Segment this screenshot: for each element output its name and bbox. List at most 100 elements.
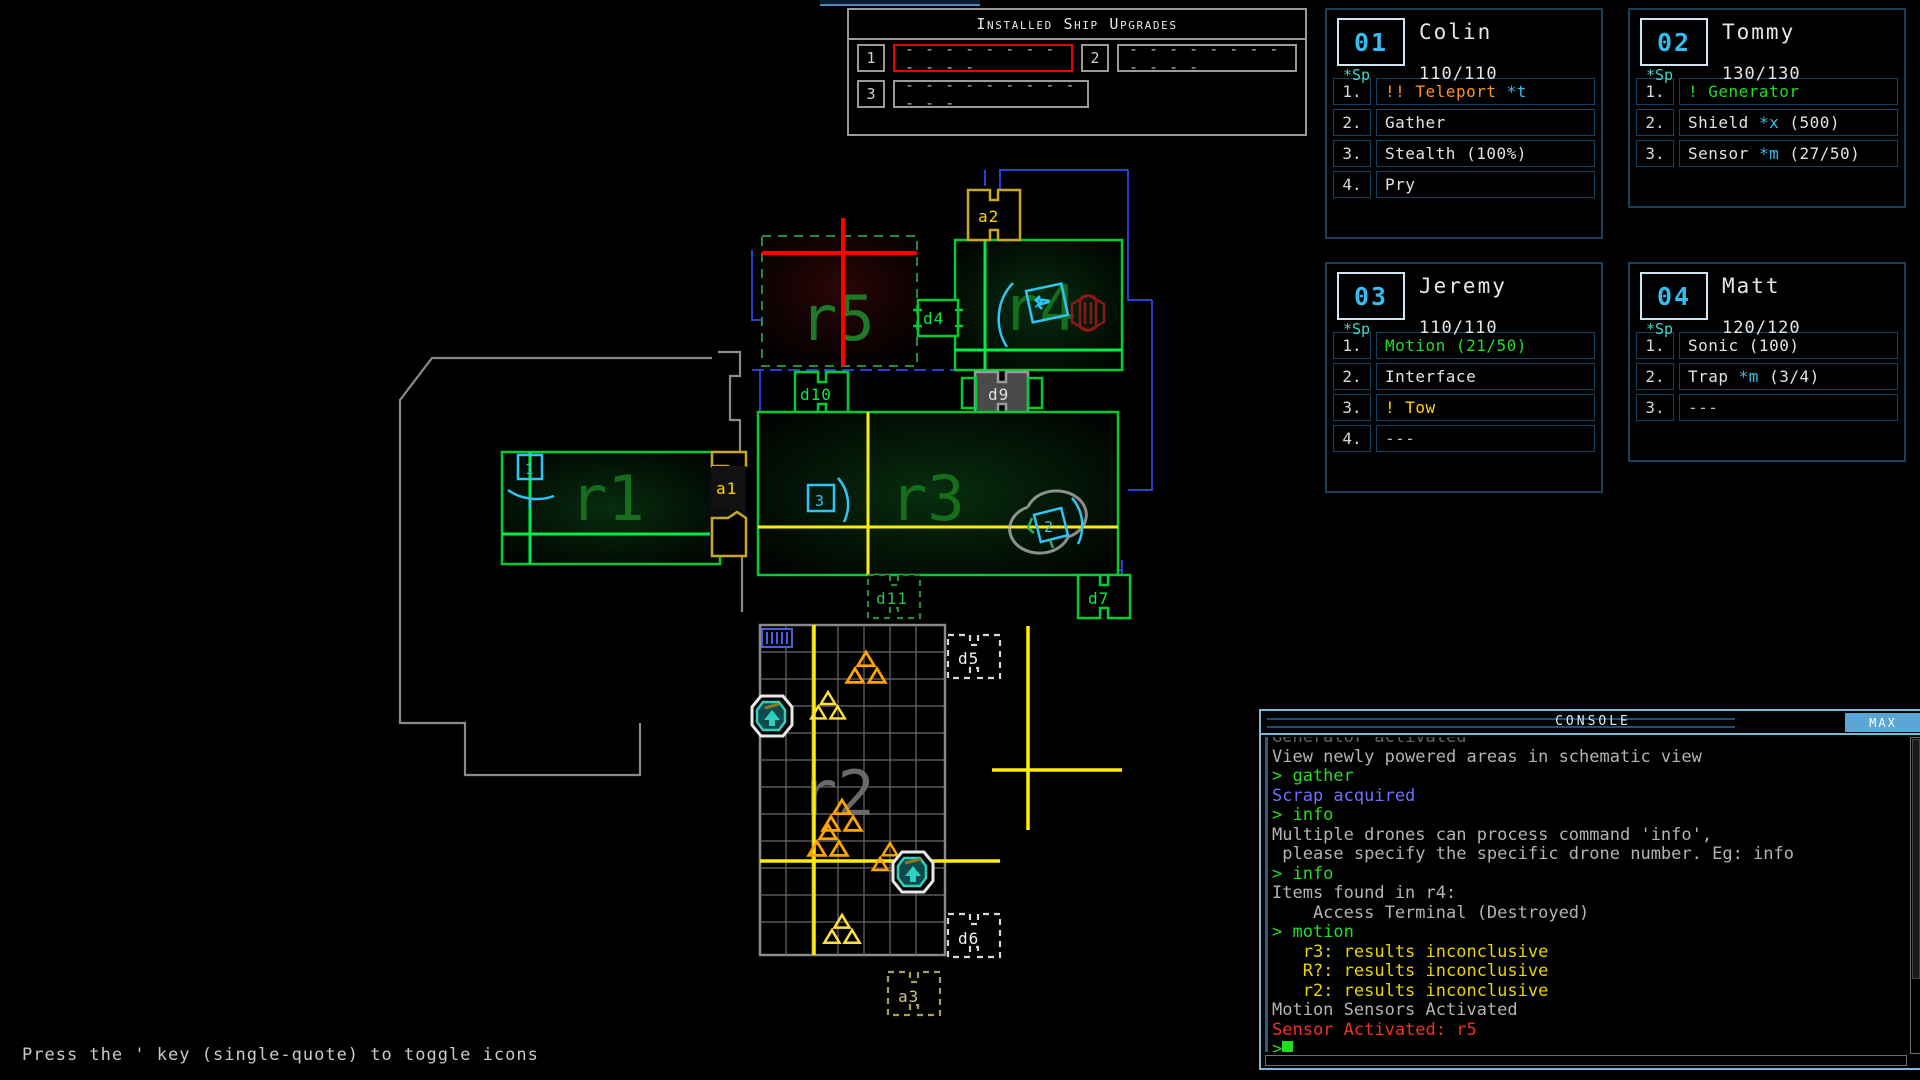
drone-ability-label[interactable]: Gather (1376, 109, 1595, 136)
drone-sp-label: *Sp (1646, 66, 1674, 84)
drone-ability-index: 2. (1333, 109, 1371, 136)
svg-text:r3: r3 (890, 462, 965, 535)
drone-sp-label: *Sp (1343, 320, 1371, 338)
drone-ability-index: 3. (1636, 394, 1674, 421)
drone-ability-slot[interactable]: 3. --- (1636, 394, 1898, 421)
svg-text:r2: r2 (800, 757, 875, 830)
drone-ability-index: 3. (1333, 140, 1371, 167)
drone-sp-label: *Sp (1343, 66, 1371, 84)
drone-ability-slot[interactable]: 2. Shield *x (500) (1636, 109, 1898, 136)
drone-id-badge: 01 (1337, 18, 1405, 66)
console-title: CONSOLE (1555, 714, 1631, 729)
svg-text:r1: r1 (570, 462, 645, 535)
console-titlebar: CONSOLE MAX (1261, 711, 1920, 735)
drone-ability-label[interactable]: ! Tow (1376, 394, 1595, 421)
console-line: please specify the specific drone number… (1272, 844, 1794, 864)
console-line: > (1272, 1039, 1907, 1052)
drone-id-badge: 03 (1337, 272, 1405, 320)
svg-text:d10: d10 (800, 385, 832, 404)
drone-name: Colin (1419, 20, 1493, 44)
drone-header: 02 Tommy *Sp 130/130 (1636, 16, 1898, 84)
drone-ability-label[interactable]: Shield *x (500) (1679, 109, 1898, 136)
drone-ability-slot[interactable]: 3. Sensor *m (27/50) (1636, 140, 1898, 167)
console-line: > info (1272, 863, 1334, 884)
drone-header: 04 Matt *Sp 120/120 (1636, 270, 1898, 338)
console-horizontal-scrollbar[interactable] (1265, 1055, 1907, 1066)
drone-name: Matt (1722, 274, 1781, 298)
drone-hp: 110/110 (1419, 64, 1498, 84)
svg-text:d11: d11 (876, 589, 908, 608)
drone-ability-index: 4. (1333, 171, 1371, 198)
drone-ability-label[interactable]: Stealth (100%) (1376, 140, 1595, 167)
svg-text:a3: a3 (898, 987, 919, 1006)
drone-panel-02[interactable]: 02 Tommy *Sp 130/130 1.! Generator 2. Shield *… (1628, 8, 1906, 208)
svg-text:d6: d6 (958, 929, 979, 948)
drone-id-badge: 02 (1640, 18, 1708, 66)
console-line: Sensor Activated: r5 (1272, 1019, 1477, 1040)
console-caret (1282, 1041, 1294, 1052)
drone-name: Tommy (1722, 20, 1796, 44)
console-line: > info (1272, 805, 1334, 825)
drone-ability-index: 2. (1333, 363, 1371, 390)
svg-text:2: 2 (1044, 518, 1053, 536)
drone-ability-label[interactable]: --- (1376, 425, 1595, 452)
drone-ability-slot[interactable]: 4. Pry (1333, 171, 1595, 198)
drone-ability-index: 3. (1333, 394, 1371, 421)
svg-text:d9: d9 (988, 385, 1009, 404)
console-line: Scrap acquired (1272, 785, 1416, 806)
svg-text:a1: a1 (716, 479, 737, 498)
drone-ability-label[interactable]: Sensor *m (27/50) (1679, 140, 1898, 167)
game-screen: Installed Ship Upgrades 1 - - - - - - - … (0, 0, 1920, 1080)
console-line: View newly powered areas in schematic vi… (1272, 746, 1702, 767)
drone-name: Jeremy (1419, 274, 1507, 298)
drone-ability-index: 2. (1636, 109, 1674, 136)
svg-text:d7: d7 (1088, 589, 1109, 608)
console-line: R?: results inconclusive (1272, 961, 1549, 981)
drone-ability-label[interactable]: Interface (1376, 363, 1595, 390)
drone-panel-04[interactable]: 04 Matt *Sp 120/120 1. Sonic (100) 2. Trap *m (… (1628, 262, 1906, 462)
toggle-icons-hint: Press the ' key (single-quote) to toggle… (22, 1045, 539, 1065)
drone-ability-slot[interactable]: 2. Gather (1333, 109, 1595, 136)
drone-ability-slot[interactable]: 4. --- (1333, 425, 1595, 452)
drone-ability-slot[interactable]: 2. Interface (1333, 363, 1595, 390)
drone-ability-slot[interactable]: 3.! Tow (1333, 394, 1595, 421)
console-line: > gather (1272, 766, 1354, 786)
drone-hp: 130/130 (1722, 64, 1801, 84)
drone-ability-slot[interactable]: 2. Trap *m (3/4) (1636, 363, 1898, 390)
drone-panel-01[interactable]: 01 Colin *Sp 110/110 1.!! Teleport *t 2. Gathe… (1325, 8, 1603, 239)
drone-hp: 120/120 (1722, 318, 1801, 338)
ship-schematic-map[interactable]: r5 r4 a2 d4 d10 d9 r3 3 2 d11 d7 r1 1 a1… (0, 0, 1250, 1040)
drone-panel-03[interactable]: 03 Jeremy *Sp 110/110 1. Motion (21/50) 2. Inte… (1325, 262, 1603, 493)
console-panel[interactable]: CONSOLE MAX Generator activated View newl… (1259, 709, 1920, 1070)
drone-ability-label[interactable]: --- (1679, 394, 1898, 421)
svg-text:a2: a2 (978, 207, 999, 226)
console-line: Multiple drones can process command 'inf… (1272, 824, 1713, 845)
console-line: r2: results inconclusive (1272, 980, 1549, 1001)
console-vertical-scrollbar[interactable] (1910, 737, 1920, 1054)
console-output: Generator activated View newly powered ar… (1265, 737, 1907, 1052)
drone-id-badge: 04 (1640, 272, 1708, 320)
drone-ability-index: 2. (1636, 363, 1674, 390)
drone-hp: 110/110 (1419, 318, 1498, 338)
console-line: Items found in r4: (1272, 883, 1457, 903)
svg-text:r5: r5 (800, 282, 875, 355)
schematic-svg: r5 r4 a2 d4 d10 d9 r3 3 2 d11 d7 r1 1 a1… (398, 169, 1153, 1017)
drone-ability-slot[interactable]: 3. Stealth (100%) (1333, 140, 1595, 167)
console-line: > motion (1272, 922, 1354, 942)
svg-text:d5: d5 (958, 649, 979, 668)
console-line: Access Terminal (Destroyed) (1272, 902, 1590, 923)
drone-header: 01 Colin *Sp 110/110 (1333, 16, 1595, 84)
drone-ability-label[interactable]: Trap *m (3/4) (1679, 363, 1898, 390)
svg-text:1: 1 (525, 462, 533, 478)
drone-sp-label: *Sp (1646, 320, 1674, 338)
console-line: Motion Sensors Activated (1272, 1000, 1518, 1020)
svg-text:3: 3 (815, 492, 824, 510)
svg-text:d4: d4 (923, 309, 944, 328)
drone-header: 03 Jeremy *Sp 110/110 (1333, 270, 1595, 338)
console-line: Generator activated (1272, 737, 1467, 747)
drone-ability-index: 3. (1636, 140, 1674, 167)
console-line: r3: results inconclusive (1272, 941, 1549, 962)
console-maximize-button[interactable]: MAX (1845, 713, 1920, 732)
drone-ability-index: 4. (1333, 425, 1371, 452)
drone-ability-label[interactable]: Pry (1376, 171, 1595, 198)
